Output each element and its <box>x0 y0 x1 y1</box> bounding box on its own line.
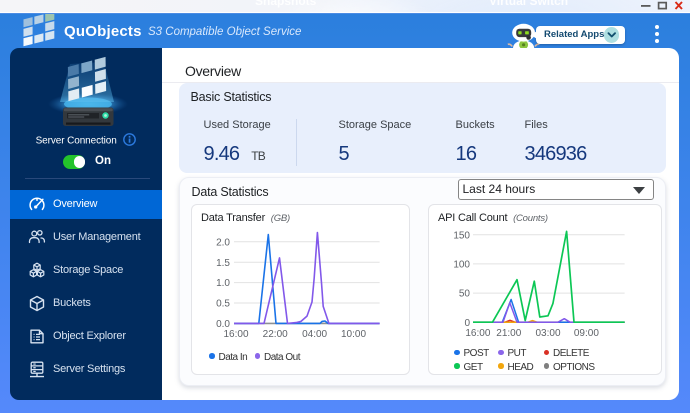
svg-text:100: 100 <box>453 260 470 271</box>
svg-text:0.5: 0.5 <box>216 299 230 310</box>
svg-text:16:00: 16:00 <box>465 328 490 339</box>
svg-text:16:00: 16:00 <box>223 329 248 340</box>
svg-text:2.0: 2.0 <box>216 237 230 248</box>
svg-text:150: 150 <box>453 230 470 241</box>
svg-text:21:00: 21:00 <box>496 328 521 339</box>
svg-text:50: 50 <box>459 289 471 300</box>
svg-text:04:00: 04:00 <box>302 329 327 340</box>
svg-text:1.0: 1.0 <box>216 278 230 289</box>
svg-text:03:00: 03:00 <box>535 328 560 339</box>
svg-text:10:00: 10:00 <box>341 329 366 340</box>
svg-text:1.5: 1.5 <box>216 258 230 269</box>
svg-text:09:00: 09:00 <box>574 328 599 339</box>
svg-text:22:00: 22:00 <box>263 329 288 340</box>
